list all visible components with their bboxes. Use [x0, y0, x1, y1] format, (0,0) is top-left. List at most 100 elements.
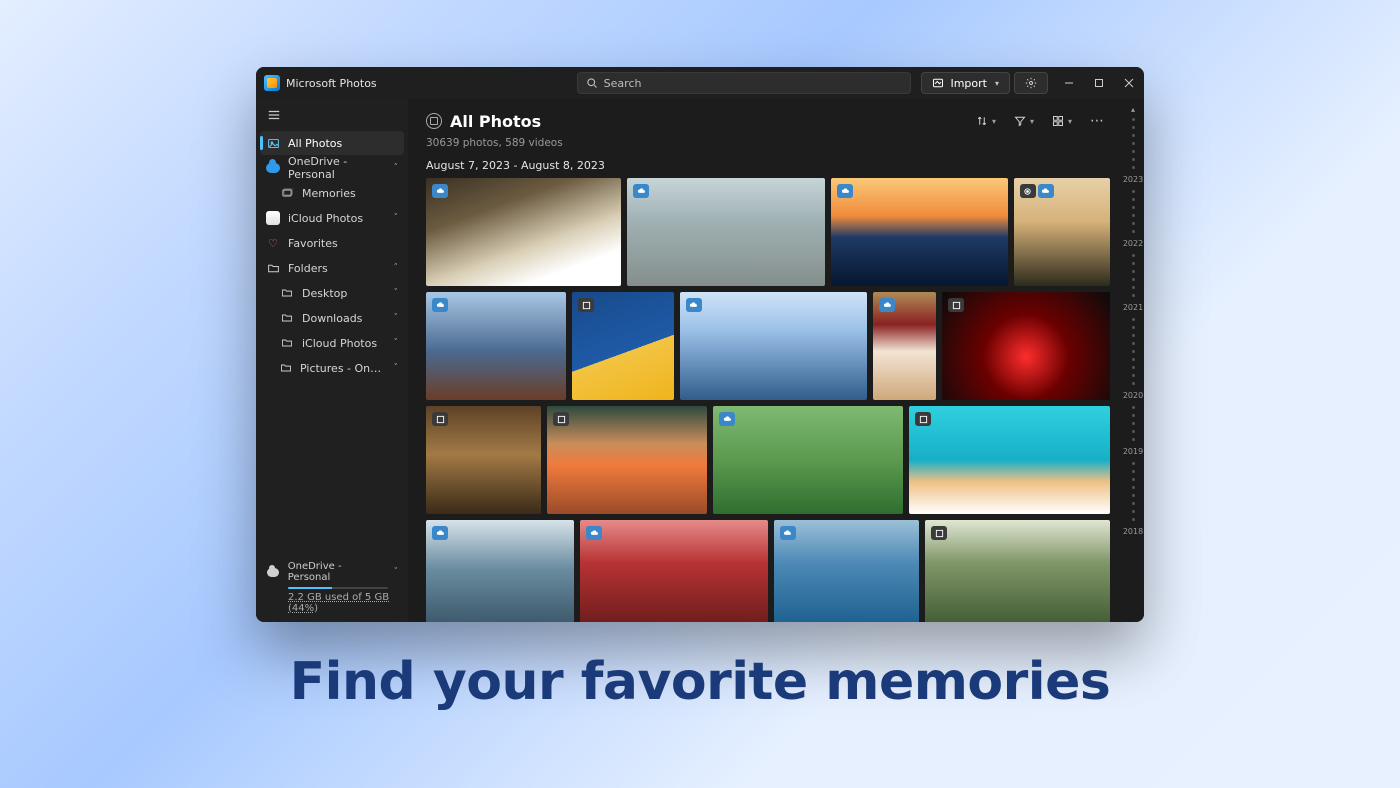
- photo-thumbnail[interactable]: [426, 178, 621, 286]
- photo-thumbnail[interactable]: [680, 292, 867, 400]
- import-button[interactable]: Import: [921, 72, 1010, 94]
- cloud-badge-icon: [432, 526, 448, 540]
- chevron-down-icon: ˅: [394, 288, 399, 298]
- sidebar-item-icloud[interactable]: iCloud Photos ˅: [260, 206, 404, 230]
- sidebar-item-label: Folders: [288, 262, 328, 275]
- cloud-badge-icon: [719, 412, 735, 426]
- toolbar: [970, 109, 1110, 133]
- import-icon: [932, 77, 944, 89]
- maximize-button[interactable]: [1084, 67, 1114, 99]
- cloud-badge-icon: [1038, 184, 1054, 198]
- storage-panel[interactable]: OneDrive - Personal ˅ 2.2 GB used of 5 G…: [260, 557, 404, 616]
- view-button[interactable]: [1046, 109, 1078, 133]
- app-icon: [264, 75, 280, 91]
- gallery: [426, 178, 1110, 622]
- sidebar-item-label: Memories: [302, 187, 356, 200]
- local-badge-icon: [553, 412, 569, 426]
- sidebar-item-label: iCloud Photos: [288, 212, 363, 225]
- hamburger-button[interactable]: [260, 103, 288, 127]
- photo-thumbnail[interactable]: [713, 406, 903, 514]
- app-window: Microsoft Photos Search Import: [256, 67, 1144, 622]
- sidebar-item-label: Favorites: [288, 237, 338, 250]
- folder-icon: [266, 261, 280, 275]
- more-button[interactable]: [1084, 109, 1110, 133]
- motion-badge-icon: [1020, 184, 1036, 198]
- photo-thumbnail[interactable]: [925, 520, 1110, 622]
- search-icon: [586, 77, 598, 89]
- storage-detail: 2.2 GB used of 5 GB (44%): [288, 592, 398, 614]
- settings-button[interactable]: [1014, 72, 1048, 94]
- photo-thumbnail[interactable]: [580, 520, 768, 622]
- sidebar-item-all-photos[interactable]: All Photos: [260, 131, 404, 155]
- storage-bar: [288, 587, 388, 589]
- photo-thumbnail[interactable]: [572, 292, 674, 400]
- local-badge-icon: [915, 412, 931, 426]
- sidebar-item-desktop[interactable]: Desktop ˅: [260, 281, 404, 305]
- storage-title: OneDrive - Personal: [288, 561, 386, 583]
- sidebar-item-label: Desktop: [302, 287, 347, 300]
- cloud-badge-icon: [432, 184, 448, 198]
- sidebar-item-label: iCloud Photos: [302, 337, 377, 350]
- sidebar-item-label: Pictures - OneDrive Personal: [300, 362, 386, 375]
- sidebar-item-label: All Photos: [288, 137, 342, 150]
- app-title: Microsoft Photos: [286, 77, 377, 90]
- memories-icon: [280, 186, 294, 200]
- chevron-down-icon: ˅: [394, 313, 399, 323]
- cloud-badge-icon: [586, 526, 602, 540]
- sidebar-item-downloads[interactable]: Downloads ˅: [260, 306, 404, 330]
- search-input[interactable]: Search: [577, 72, 911, 94]
- sidebar-item-favorites[interactable]: Favorites: [260, 231, 404, 255]
- scrubber-top-icon: ▴: [1131, 105, 1135, 114]
- sidebar-item-label: Downloads: [302, 312, 362, 325]
- main-pane: All Photos 30639 photos, 589 videos Augu…: [408, 99, 1144, 622]
- local-badge-icon: [931, 526, 947, 540]
- photo-thumbnail[interactable]: [909, 406, 1110, 514]
- photo-thumbnail[interactable]: [942, 292, 1110, 400]
- sidebar-item-onedrive[interactable]: OneDrive - Personal ˄: [260, 156, 404, 180]
- folder-icon: [280, 286, 294, 300]
- page-subtitle: 30639 photos, 589 videos: [426, 137, 1110, 149]
- folder-icon: [280, 336, 294, 350]
- all-photos-icon: [426, 113, 442, 129]
- scrubber-year: 2021: [1123, 303, 1143, 312]
- sidebar-item-memories[interactable]: Memories: [260, 181, 404, 205]
- photo-thumbnail[interactable]: [426, 292, 566, 400]
- search-placeholder: Search: [604, 77, 642, 90]
- close-button[interactable]: [1114, 67, 1144, 99]
- scrubber-year: 2022: [1123, 239, 1143, 248]
- photo-thumbnail[interactable]: [831, 178, 1007, 286]
- filter-icon: [1014, 115, 1026, 127]
- gear-icon: [1025, 77, 1037, 89]
- scrubber-year: 2023: [1123, 175, 1143, 184]
- photo-thumbnail[interactable]: [774, 520, 919, 622]
- timeline-scrubber[interactable]: ▴ 2023 2022 2021 2020 2019 2018: [1122, 99, 1144, 622]
- cloud-icon: [266, 565, 280, 579]
- photo-thumbnail[interactable]: [1014, 178, 1110, 286]
- photo-thumbnail[interactable]: [426, 406, 541, 514]
- sidebar-item-pictures-onedrive[interactable]: Pictures - OneDrive Personal ˅: [260, 356, 404, 380]
- sort-button[interactable]: [970, 109, 1002, 133]
- local-badge-icon: [948, 298, 964, 312]
- chevron-down-icon: ˅: [394, 567, 399, 577]
- scrubber-year: 2018: [1123, 527, 1143, 536]
- filter-button[interactable]: [1008, 109, 1040, 133]
- chevron-down-icon: ˅: [394, 363, 399, 373]
- local-badge-icon: [578, 298, 594, 312]
- photo-thumbnail[interactable]: [547, 406, 707, 514]
- minimize-button[interactable]: [1054, 67, 1084, 99]
- grid-icon: [1052, 115, 1064, 127]
- sidebar-item-icloud-folder[interactable]: iCloud Photos ˅: [260, 331, 404, 355]
- photo-thumbnail[interactable]: [873, 292, 936, 400]
- photo-thumbnail[interactable]: [426, 520, 574, 622]
- sidebar-item-folders[interactable]: Folders ˄: [260, 256, 404, 280]
- heart-icon: [266, 236, 280, 250]
- photo-thumbnail[interactable]: [627, 178, 825, 286]
- pictures-icon: [266, 136, 280, 150]
- app-body: All Photos OneDrive - Personal ˄ Memorie…: [256, 99, 1144, 622]
- sort-icon: [976, 115, 988, 127]
- folder-icon: [280, 361, 292, 375]
- chevron-up-icon: ˄: [394, 163, 399, 173]
- cloud-badge-icon: [432, 298, 448, 312]
- cloud-icon: [266, 161, 280, 175]
- cloud-badge-icon: [780, 526, 796, 540]
